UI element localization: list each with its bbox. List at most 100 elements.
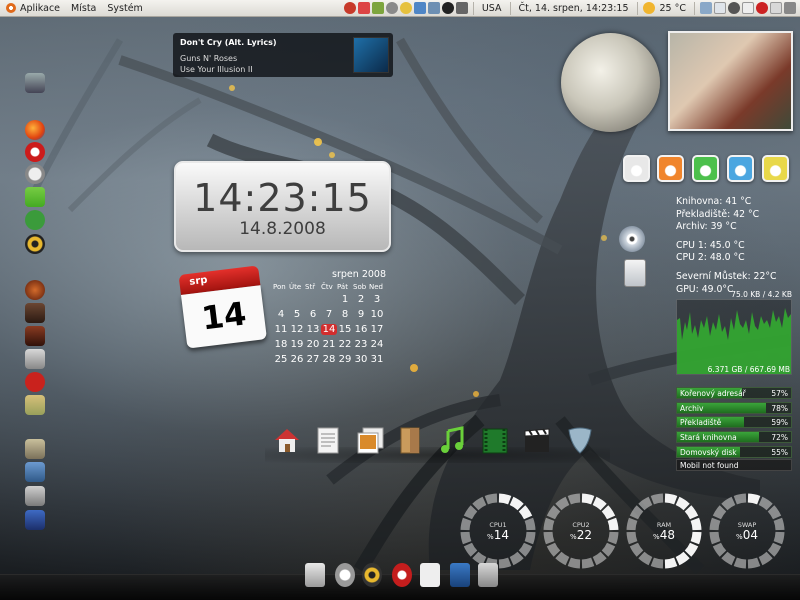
notification-icon[interactable] — [357, 2, 370, 14]
ring-segment — [463, 542, 478, 557]
calendar-day[interactable]: 27 — [305, 354, 321, 365]
calendar-day[interactable]: 11 — [273, 324, 289, 335]
calendar-day[interactable]: 12 — [289, 324, 305, 335]
calendar-day[interactable]: 21 — [321, 339, 337, 350]
calendar-day[interactable]: 9 — [353, 309, 369, 320]
image-viewer-icon[interactable] — [25, 462, 45, 482]
printer-dock-icon[interactable] — [478, 563, 498, 587]
calendar-day[interactable]: 18 — [273, 339, 289, 350]
now-playing-widget[interactable]: Don't Cry (Alt. Lyrics) Guns N' Roses Us… — [173, 33, 393, 77]
home-icon[interactable] — [272, 425, 302, 455]
drive-icon-yellow[interactable] — [762, 155, 789, 182]
drive-icon-green[interactable] — [692, 155, 719, 182]
calendar-day[interactable]: 19 — [289, 339, 305, 350]
map-icon[interactable] — [25, 395, 45, 415]
calendar-day[interactable]: 20 — [305, 339, 321, 350]
clapperboard-icon[interactable] — [522, 425, 552, 455]
weather-temp[interactable]: 25 °C — [660, 3, 687, 14]
calendar-day[interactable]: 31 — [369, 354, 385, 365]
drive-icon[interactable] — [25, 73, 45, 93]
counter-strike-icon[interactable] — [25, 349, 45, 369]
music-note-icon[interactable] — [438, 425, 468, 455]
calendar-day[interactable]: 17 — [369, 324, 385, 335]
calendar-day[interactable]: 10 — [369, 309, 385, 320]
ipod-icon[interactable] — [624, 259, 646, 287]
calendar-day[interactable]: 1 — [337, 294, 353, 305]
tux-icon[interactable] — [441, 2, 454, 14]
drive-icon-white[interactable] — [623, 155, 650, 182]
clock-widget: 14:23:15 14.8.2008 — [174, 161, 391, 252]
calendar-day[interactable]: 24 — [369, 339, 385, 350]
shield-icon[interactable] — [565, 425, 595, 455]
show-desktop-icon[interactable] — [700, 2, 712, 14]
chat-icon[interactable] — [728, 2, 740, 14]
calendar-day[interactable]: 30 — [353, 354, 369, 365]
menu-places[interactable]: Místa — [71, 3, 96, 14]
calendar-day[interactable]: 8 — [337, 309, 353, 320]
network-icon[interactable] — [427, 2, 440, 14]
file-manager-dock-icon[interactable] — [305, 563, 325, 587]
calendar-day[interactable]: 4 — [273, 309, 289, 320]
opera-icon[interactable] — [25, 142, 45, 162]
cd-icon[interactable] — [619, 226, 645, 252]
menu-system[interactable]: Systém — [107, 3, 142, 14]
calendar-day[interactable]: 5 — [289, 309, 305, 320]
calendar-day[interactable]: 29 — [337, 354, 353, 365]
panel-clock[interactable]: Čt, 14. srpen, 14:23:15 — [519, 3, 629, 14]
calendar-day[interactable]: 13 — [305, 324, 321, 335]
clock-dock-icon[interactable] — [335, 563, 355, 587]
drive-icon-orange[interactable] — [657, 155, 684, 182]
workspace-icon[interactable] — [770, 2, 782, 14]
volume-icon[interactable] — [455, 2, 468, 14]
ubuntu-logo-icon[interactable] — [6, 3, 16, 13]
adobe-icon[interactable] — [25, 372, 45, 392]
radiation-dock-icon[interactable] — [362, 563, 382, 587]
music-folder-icon[interactable] — [396, 425, 426, 455]
opera-dock-icon[interactable] — [392, 563, 412, 587]
calendar-day[interactable]: 16 — [353, 324, 369, 335]
mail-dock-icon[interactable] — [420, 563, 440, 587]
calendar-day[interactable]: 15 — [337, 324, 353, 335]
menu-applications[interactable]: Aplikace — [20, 3, 60, 14]
network-dock-icon[interactable] — [450, 563, 470, 587]
opera-tray-icon[interactable] — [756, 2, 768, 14]
video-film-icon[interactable] — [480, 425, 510, 455]
game-icon-1[interactable] — [25, 280, 45, 300]
power-icon[interactable] — [784, 2, 796, 14]
media-icon[interactable] — [25, 486, 45, 506]
calendar-day[interactable]: 23 — [353, 339, 369, 350]
calendar-icon[interactable]: srp 14 — [178, 265, 268, 352]
percent-sign: % — [653, 533, 660, 541]
calendar-day-today[interactable]: 14 — [321, 324, 337, 335]
game-icon-3[interactable] — [25, 326, 45, 346]
sun-icon[interactable] — [642, 2, 655, 14]
clock-date: 14.8.2008 — [239, 219, 326, 239]
window-list-icon[interactable] — [714, 2, 726, 14]
bulb-icon[interactable] — [399, 2, 412, 14]
clapper-icon[interactable] — [25, 510, 45, 530]
calendar-day[interactable]: 3 — [369, 294, 385, 305]
drive-icon-blue[interactable] — [727, 155, 754, 182]
keyboard-layout[interactable]: USA — [482, 3, 502, 14]
calendar-day[interactable]: 6 — [305, 309, 321, 320]
settings-icon[interactable] — [385, 2, 398, 14]
calendar-day[interactable]: 2 — [353, 294, 369, 305]
mail-icon[interactable] — [742, 2, 754, 14]
skype-icon[interactable] — [25, 210, 45, 230]
document-icon[interactable] — [313, 425, 343, 455]
android-icon[interactable] — [25, 187, 45, 207]
calendar-day[interactable]: 22 — [337, 339, 353, 350]
firefox-icon[interactable] — [25, 120, 45, 140]
update-icon[interactable] — [371, 2, 384, 14]
wine-icon[interactable] — [25, 439, 45, 459]
radiation-icon[interactable] — [25, 234, 45, 254]
clock-app-icon[interactable] — [25, 164, 45, 184]
calendar-day[interactable]: 7 — [321, 309, 337, 320]
calendar-day[interactable]: 25 — [273, 354, 289, 365]
pictures-icon[interactable] — [355, 425, 385, 455]
launcher-icon[interactable] — [343, 2, 356, 14]
calendar-day[interactable]: 28 — [321, 354, 337, 365]
game-icon-2[interactable] — [25, 303, 45, 323]
screen-icon[interactable] — [413, 2, 426, 14]
calendar-day[interactable]: 26 — [289, 354, 305, 365]
